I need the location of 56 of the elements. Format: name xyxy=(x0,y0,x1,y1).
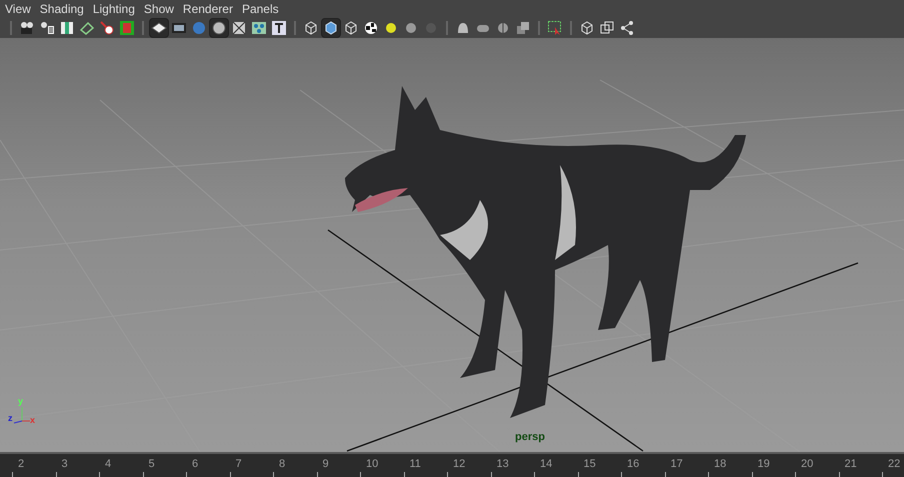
camera-list-icon xyxy=(39,20,55,36)
cube-icon xyxy=(343,20,359,36)
viewport[interactable]: y z x persp xyxy=(0,38,904,452)
cube-icon xyxy=(303,20,319,36)
stack-icon xyxy=(515,20,531,36)
frame-number: 21 xyxy=(844,457,857,472)
squares-icon xyxy=(599,20,615,36)
sphere-icon xyxy=(191,20,207,36)
frame-number: 4 xyxy=(105,457,112,472)
frame-number: 12 xyxy=(453,457,466,472)
frame-number: 14 xyxy=(540,457,552,472)
frame-number: 20 xyxy=(801,457,814,472)
frame-number: 19 xyxy=(758,457,770,472)
toolbar-button[interactable] xyxy=(149,18,169,38)
camera-label: persp xyxy=(515,430,545,444)
frame-number: 18 xyxy=(714,457,726,472)
share-icon xyxy=(619,20,635,36)
cross-icon xyxy=(231,20,247,36)
magnify-icon xyxy=(99,20,115,36)
frame-number: 13 xyxy=(496,457,509,472)
menu-item[interactable]: Lighting xyxy=(92,2,135,14)
frame-number: 7 xyxy=(236,457,242,472)
axis-label: x xyxy=(30,414,36,427)
text-tool-icon xyxy=(271,20,287,36)
frame-number: 15 xyxy=(584,457,596,472)
frame-number: 8 xyxy=(279,457,286,472)
plane-icon xyxy=(79,20,95,36)
frame-number: 22 xyxy=(888,457,900,472)
frame-number: 5 xyxy=(148,457,155,472)
menu-item[interactable]: View xyxy=(5,2,31,14)
frame-number: 10 xyxy=(366,457,378,472)
toolbar-button[interactable] xyxy=(321,18,341,38)
menu-item[interactable]: Panels xyxy=(242,2,279,14)
frame-number: 16 xyxy=(627,457,640,472)
frame-number: 3 xyxy=(62,457,68,472)
menu-item[interactable]: Renderer xyxy=(182,2,233,14)
camera-icon xyxy=(19,20,35,36)
frame-icon xyxy=(119,20,135,36)
nodes-icon xyxy=(251,20,267,36)
frame-number: 9 xyxy=(322,457,329,472)
menu-item[interactable]: Show xyxy=(144,2,174,14)
toolbar-button[interactable] xyxy=(209,18,229,38)
cube-icon xyxy=(323,20,339,36)
frame-number: 2 xyxy=(18,457,24,472)
checker-ball-icon xyxy=(363,20,379,36)
layers-icon xyxy=(151,20,167,36)
selection-icon xyxy=(547,20,563,36)
axis-label: z xyxy=(8,412,12,425)
ring-icon xyxy=(211,20,227,36)
axis-gizmo-icon xyxy=(14,406,30,424)
menu-item[interactable]: Shading xyxy=(40,2,84,14)
axis-label: y xyxy=(18,395,24,408)
frame-number: 11 xyxy=(410,457,421,472)
frame-number: 6 xyxy=(192,457,198,472)
cube-icon xyxy=(579,20,595,36)
frame-number: 17 xyxy=(670,457,683,472)
